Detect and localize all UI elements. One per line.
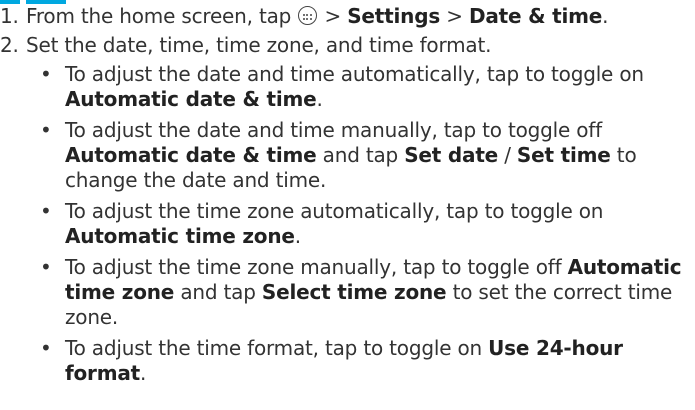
text-run: . [140, 361, 147, 385]
ui-label: Set time [516, 143, 611, 167]
bullet-text: To adjust the time format, tap to toggle… [65, 336, 695, 386]
step-1-intro: From the home screen, tap [26, 4, 292, 28]
bullet-text: To adjust the time zone automatically, t… [65, 199, 695, 249]
bullet-dot: • [40, 199, 52, 223]
instructions: 1. From the home screen, tap > Settings … [0, 4, 695, 386]
step-1: 1. From the home screen, tap > Settings … [0, 4, 695, 29]
text-run: To adjust the time format, tap to toggle… [65, 336, 489, 360]
ui-label: Automatic date & time [65, 143, 317, 167]
separator: > [446, 4, 463, 28]
step-text: Set the date, time, time zone, and time … [26, 33, 492, 57]
text-run: . [294, 224, 301, 248]
ui-label: Automatic time zone [65, 224, 295, 248]
bullet-item: • To adjust the time zone automatically, … [37, 199, 695, 249]
date-time-label: Date & time [468, 4, 603, 28]
text-run: and tap [174, 280, 262, 304]
ui-label: Automatic date & time [65, 87, 317, 111]
bullet-text: To adjust the date and time automaticall… [65, 62, 695, 112]
text-run: and tap [316, 143, 405, 167]
text-run: To adjust the date and time manually, ta… [65, 118, 602, 142]
bullet-item: • To adjust the date and time manually, t… [37, 118, 695, 193]
text-run: To adjust the date and time automaticall… [65, 62, 644, 86]
text-run: . [316, 87, 323, 111]
bullet-list: • To adjust the date and time automatical… [0, 62, 695, 386]
ui-label: Set date [404, 143, 499, 167]
text-run: To adjust the time zone automatically, t… [65, 199, 604, 223]
bullet-item: • To adjust the time zone manually, tap t… [37, 255, 695, 330]
bullet-item: • To adjust the time format, tap to toggl… [37, 336, 695, 386]
period: . [602, 4, 609, 28]
step-number: 1. [0, 4, 19, 28]
text-run: / [498, 143, 517, 167]
step-text: From the home screen, tap > Settings > D… [26, 4, 695, 29]
bullet-dot: • [40, 255, 52, 279]
text-run: To adjust the time zone manually, tap to… [65, 255, 568, 279]
bullet-dot: • [40, 118, 52, 142]
bullet-text: To adjust the date and time manually, ta… [65, 118, 695, 193]
separator: > [324, 4, 342, 28]
ui-label: Select time zone [261, 280, 447, 304]
bullet-text: To adjust the time zone manually, tap to… [65, 255, 695, 330]
step-2: 2. Set the date, time, time zone, and ti… [0, 33, 695, 58]
step-number: 2. [0, 33, 19, 57]
settings-label: Settings [347, 4, 441, 28]
apps-grid-icon [298, 6, 318, 25]
bullet-dot: • [40, 62, 52, 86]
bullet-dot: • [40, 336, 52, 360]
bullet-item: • To adjust the date and time automatical… [37, 62, 695, 112]
